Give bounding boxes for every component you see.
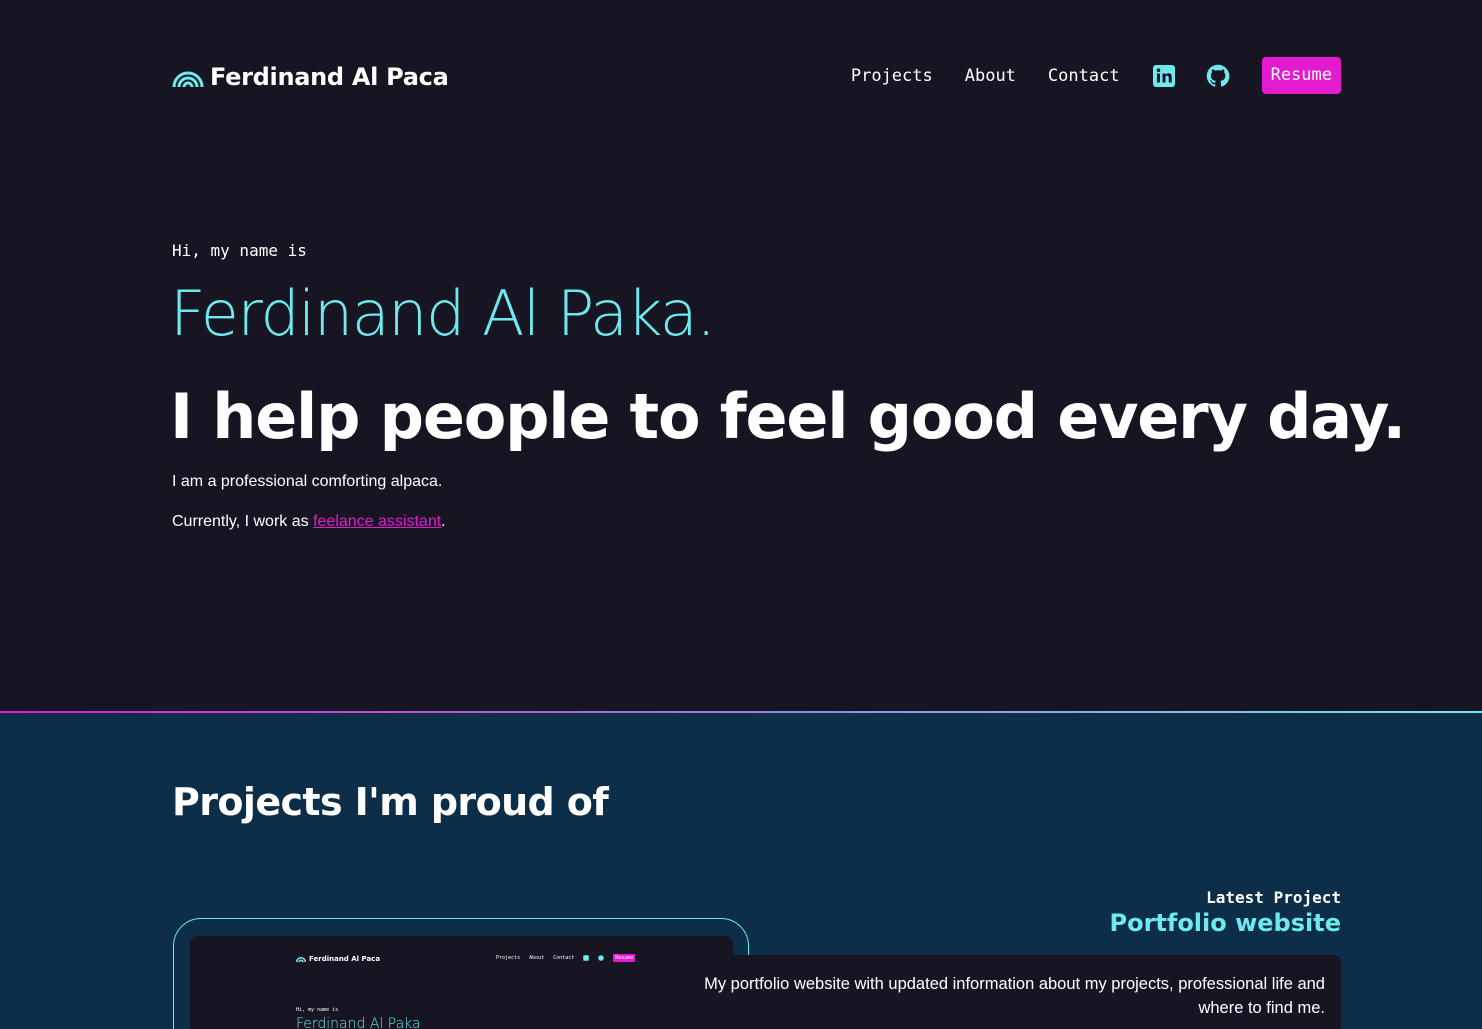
hero-section: Ferdinand Al Paca Projects About Contact… bbox=[0, 0, 1482, 711]
brand-name: Ferdinand Al Paca bbox=[210, 63, 449, 91]
current-job-prefix: Currently, I work as bbox=[172, 513, 314, 530]
nav-link-about[interactable]: About bbox=[965, 66, 1016, 86]
preview-brand: Ferdinand Al Paca bbox=[296, 955, 380, 963]
rainbow-arch-icon bbox=[172, 71, 204, 88]
preview-brand-name: Ferdinand Al Paca bbox=[309, 955, 381, 963]
preview-resume: Resume bbox=[613, 954, 636, 962]
projects-section: Projects I'm proud of Latest Project Por… bbox=[0, 713, 1482, 1029]
github-icon[interactable] bbox=[1206, 64, 1230, 88]
preview-nav-contact: Contact bbox=[553, 955, 575, 961]
main-nav: Projects About Contact Resume bbox=[851, 57, 1341, 94]
latest-project-name[interactable]: Portfolio website bbox=[1109, 909, 1341, 937]
current-job-link[interactable]: feelance assistant bbox=[313, 513, 441, 530]
preview-greeting: Hi, my name is bbox=[296, 1007, 339, 1013]
preview-nav-about: About bbox=[529, 955, 545, 961]
hero-intro: I am a professional comforting alpaca. bbox=[172, 473, 443, 490]
linkedin-icon[interactable] bbox=[1152, 64, 1176, 88]
hero-tagline: I help people to feel good every day. bbox=[170, 380, 1406, 453]
project-description: My portfolio website with updated inform… bbox=[704, 975, 1325, 1017]
current-job-suffix: . bbox=[441, 513, 446, 530]
project-description-card: My portfolio website with updated inform… bbox=[685, 955, 1341, 1029]
preview-rainbow-icon bbox=[296, 956, 306, 963]
nav-link-projects[interactable]: Projects bbox=[851, 66, 933, 86]
hero-greeting: Hi, my name is bbox=[172, 241, 307, 260]
brand-logo-link[interactable]: Ferdinand Al Paca bbox=[172, 58, 449, 96]
preview-nav-projects: Projects bbox=[496, 955, 521, 961]
preview-github-icon bbox=[598, 955, 604, 961]
projects-title: Projects I'm proud of bbox=[172, 780, 609, 824]
project-preview-screenshot[interactable]: Ferdinand Al Paca Projects About Contact… bbox=[190, 936, 733, 1029]
hero-name: Ferdinand Al Paka. bbox=[170, 277, 716, 350]
resume-button[interactable]: Resume bbox=[1261, 57, 1341, 94]
latest-project-label: Latest Project bbox=[1206, 888, 1341, 907]
preview-nav: Projects About Contact Resume bbox=[496, 954, 636, 962]
preview-name: Ferdinand Al Paka bbox=[296, 1016, 421, 1029]
hero-current-job: Currently, I work as feelance assistant. bbox=[172, 513, 446, 531]
preview-linkedin-icon bbox=[583, 955, 589, 961]
nav-link-contact[interactable]: Contact bbox=[1048, 66, 1120, 86]
